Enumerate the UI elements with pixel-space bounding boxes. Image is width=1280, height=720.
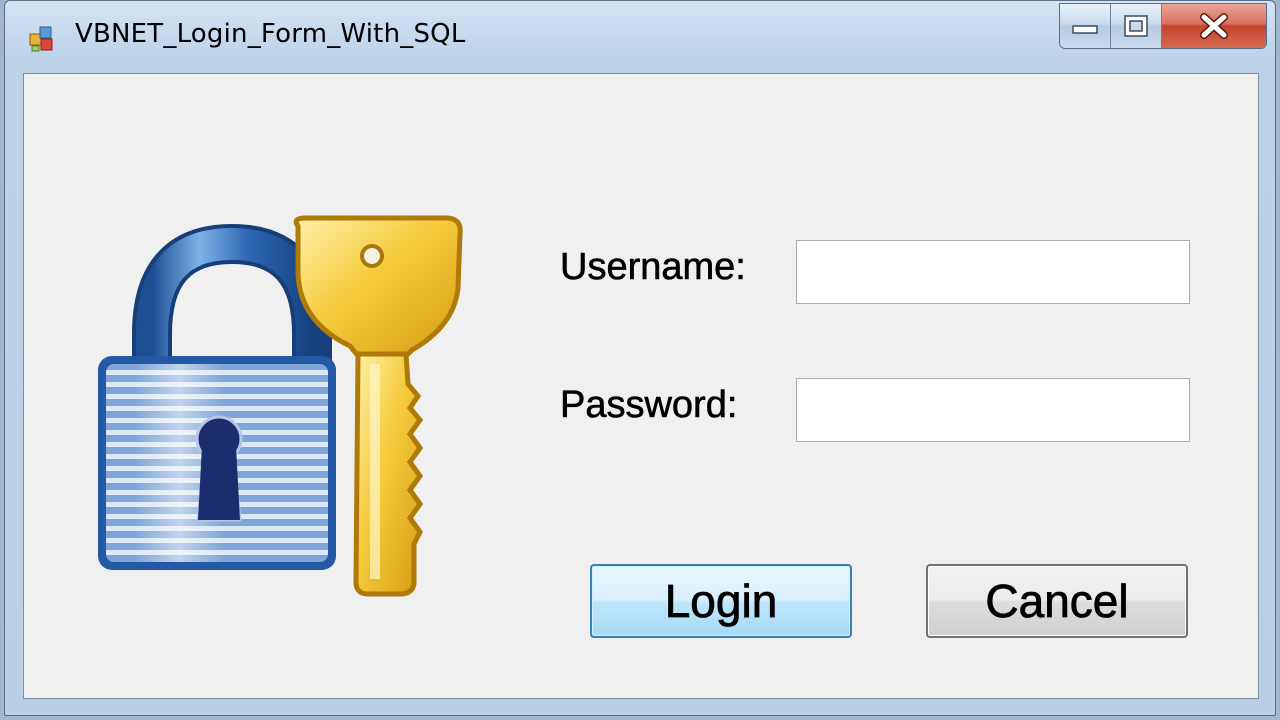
maximize-button[interactable]: [1111, 4, 1162, 48]
close-button[interactable]: [1162, 4, 1266, 48]
window-title: VBNET_Login_Form_With_SQL: [75, 19, 466, 49]
username-input[interactable]: [796, 240, 1190, 304]
minimize-button[interactable]: [1060, 4, 1111, 48]
window-controls: [1059, 3, 1267, 49]
maximize-icon: [1124, 15, 1148, 37]
lock-and-key-icon: [98, 215, 463, 597]
login-button[interactable]: Login: [590, 564, 852, 638]
login-window: VBNET_Login_Form_With_SQL Username: Pass…: [4, 0, 1276, 716]
password-label: Password:: [560, 384, 738, 427]
app-icon: [29, 26, 53, 52]
username-label: Username:: [560, 246, 746, 289]
close-icon: [1200, 13, 1228, 39]
minimize-icon: [1072, 25, 1098, 34]
form-client-area: Username: Password: Login Cancel: [23, 73, 1259, 699]
title-bar[interactable]: VBNET_Login_Form_With_SQL: [5, 1, 1275, 73]
cancel-button[interactable]: Cancel: [926, 564, 1188, 638]
password-input[interactable]: [796, 378, 1190, 442]
